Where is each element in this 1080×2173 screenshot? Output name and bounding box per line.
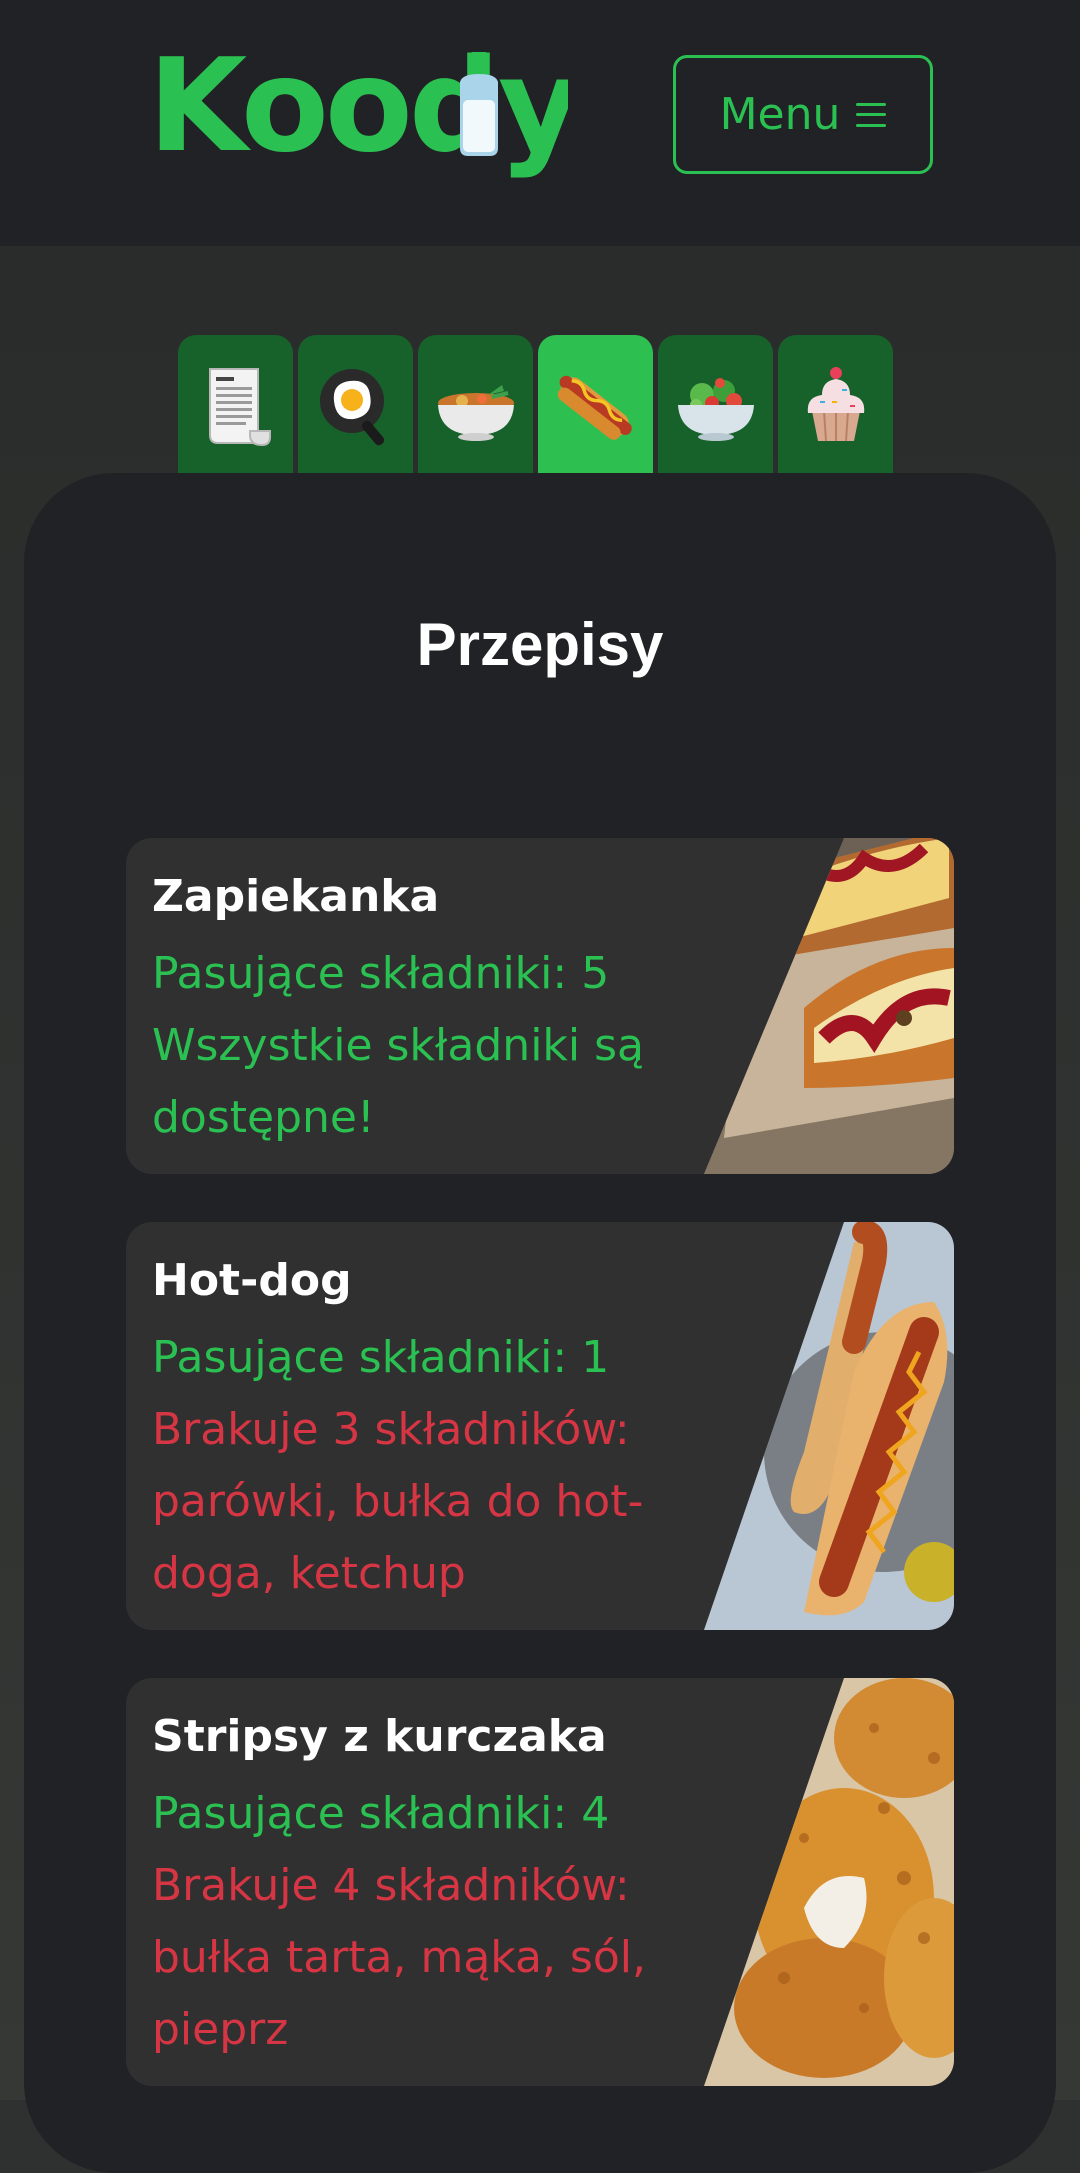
recipe-photo-stripsy <box>704 1678 954 2086</box>
recipe-missing-ingredients: Brakuje 4 składników: bułka tarta, mąka,… <box>152 1860 646 2055</box>
recipe-status: Wszystkie składniki są dostępne! <box>152 1020 644 1143</box>
recipe-missing-ingredients: Brakuje 3 składników: parówki, bułka do … <box>152 1404 644 1599</box>
recipe-card-hot-dog[interactable]: Hot-dog Pasujące składniki: 1 Brakuje 3 … <box>126 1222 954 1630</box>
tab-soups[interactable] <box>418 335 533 475</box>
recipe-card-zapiekanka[interactable]: Zapiekanka Pasujące składniki: 5 Wszystk… <box>126 838 954 1174</box>
page-title: Przepisy <box>416 611 664 678</box>
menu-button[interactable]: Menu <box>673 55 933 174</box>
top-header: Kood y Menu <box>0 0 1080 246</box>
recipe-card-text: Zapiekanka Pasujące składniki: 5 Wszystk… <box>152 868 732 1154</box>
recipe-matching-count: Pasujące składniki: 4 <box>152 1788 610 1839</box>
recipe-card-text: Stripsy z kurczaka Pasujące składniki: 4… <box>152 1708 732 2066</box>
tab-desserts[interactable] <box>778 335 893 475</box>
salad-icon <box>677 378 754 441</box>
recipe-photo-hot-dog <box>704 1222 954 1630</box>
recipe-matching-count: Pasujące składniki: 5 <box>152 948 610 999</box>
recipe-name: Stripsy z kurczaka <box>152 1711 607 1762</box>
tab-recipes[interactable] <box>178 335 293 475</box>
recipe-name: Zapiekanka <box>152 871 440 922</box>
koodly-logo[interactable]: Kood y <box>148 38 568 188</box>
hamburger-icon <box>856 102 887 127</box>
menu-button-label: Menu <box>719 89 841 140</box>
recipe-photo-zapiekanka <box>704 838 954 1174</box>
cupcake-icon <box>807 367 864 442</box>
recipe-card-text: Hot-dog Pasujące składniki: 1 Brakuje 3 … <box>152 1252 732 1610</box>
recipe-card-stripsy[interactable]: Stripsy z kurczaka Pasujące składniki: 4… <box>126 1678 954 2086</box>
tab-breakfast[interactable] <box>298 335 413 475</box>
recipe-matching-count: Pasujące składniki: 1 <box>152 1332 610 1383</box>
svg-text:Kood: Kood <box>148 38 496 181</box>
bowl-of-soup-icon <box>437 385 514 441</box>
recipe-name: Hot-dog <box>152 1255 352 1306</box>
recipes-scroll-icon <box>208 368 271 447</box>
fried-egg-icon <box>319 369 384 446</box>
hot-dog-icon <box>557 375 632 440</box>
tab-salads[interactable] <box>658 335 773 475</box>
tab-snacks[interactable] <box>538 335 653 475</box>
svg-text:y: y <box>498 38 568 181</box>
